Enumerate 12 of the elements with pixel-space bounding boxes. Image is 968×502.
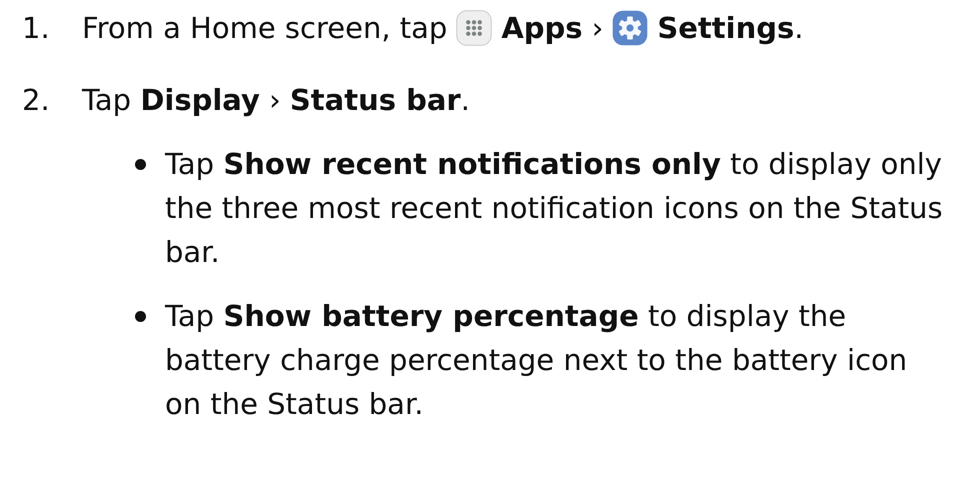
- settings-icon: [612, 10, 648, 46]
- bullet-dot: [135, 159, 146, 170]
- instruction-text: Settings.: [657, 10, 804, 47]
- apps-grid-icon: [456, 10, 492, 46]
- instruction-text: Apps ›: [501, 10, 604, 47]
- step-number: 1.: [22, 10, 51, 47]
- bullet-text: Tap Show recent notifications only to display only the three most recent notification icons on the Status bar.: [165, 146, 944, 271]
- step-number: 2.: [22, 82, 51, 119]
- bullet-dot: [135, 311, 146, 322]
- bullet-text: Tap Show battery percentage to display the battery charge percentage next to the battery icon on the Status bar.: [165, 298, 908, 423]
- instruction-text: Tap Display › Status bar.: [82, 82, 470, 119]
- instruction-text: From a Home screen, tap: [82, 10, 448, 47]
